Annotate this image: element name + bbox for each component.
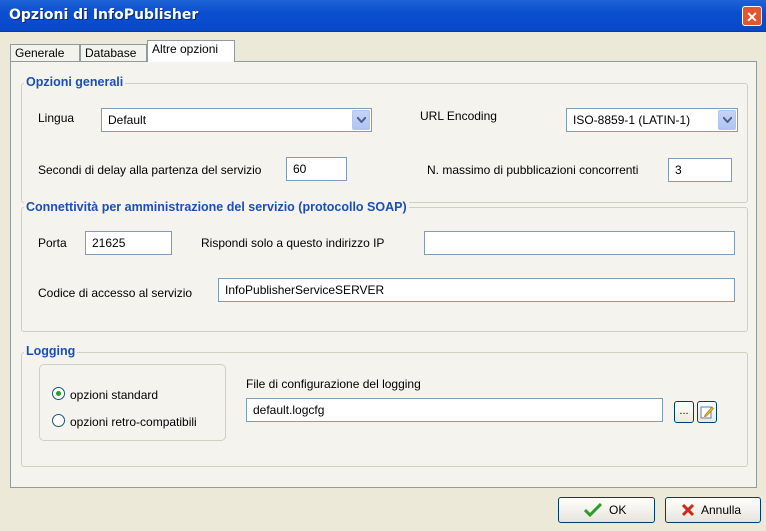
logging-options-box	[39, 364, 226, 441]
title-bar: Opzioni di InfoPublisher ✕	[0, 0, 766, 32]
window-title: Opzioni di InfoPublisher	[9, 7, 199, 23]
group-title-opzioni-generali: Opzioni generali	[24, 75, 126, 89]
checkmark-icon	[583, 502, 603, 520]
chevron-down-icon[interactable]	[718, 110, 736, 130]
ip-label: Rispondi solo a questo indirizzo IP	[201, 236, 385, 250]
cancel-button[interactable]: Annulla	[665, 497, 761, 523]
ok-label: OK	[609, 503, 627, 517]
group-soap	[21, 207, 748, 332]
tab-panel-altre-opzioni: Opzioni generali Lingua Default URL Enco…	[10, 61, 757, 488]
lingua-label: Lingua	[38, 111, 75, 125]
file-configurazione-input[interactable]: default.logcfg	[246, 398, 663, 422]
chevron-down-icon[interactable]	[352, 110, 370, 130]
tab-generale[interactable]: Generale	[10, 44, 80, 61]
url-encoding-select[interactable]: ISO-8859-1 (LATIN-1)	[566, 108, 738, 132]
cancel-label: Annulla	[701, 503, 742, 517]
tab-database[interactable]: Database	[80, 44, 147, 61]
opzioni-retro-compatibili-label[interactable]: opzioni retro-compatibili	[70, 415, 197, 429]
opzioni-standard-label[interactable]: opzioni standard	[70, 388, 158, 402]
porta-label: Porta	[38, 236, 67, 250]
radio-opzioni-standard[interactable]	[52, 387, 65, 400]
url-encoding-value: ISO-8859-1 (LATIN-1)	[573, 113, 691, 127]
group-opzioni-generali	[21, 83, 748, 203]
url-encoding-label: URL Encoding	[420, 109, 497, 123]
edit-file-button[interactable]	[697, 401, 717, 423]
lingua-select[interactable]: Default	[101, 108, 372, 132]
ok-button[interactable]: OK	[558, 497, 655, 523]
radio-selected-dot	[56, 391, 61, 396]
tab-altre-opzioni[interactable]: Altre opzioni	[147, 40, 235, 62]
group-title-soap: Connettività per amministrazione del ser…	[24, 200, 409, 214]
close-icon: ✕	[746, 9, 758, 25]
lingua-value: Default	[108, 113, 147, 127]
ip-input[interactable]	[424, 231, 735, 255]
radio-opzioni-retro-compatibili[interactable]	[52, 414, 65, 427]
close-button[interactable]: ✕	[742, 6, 762, 26]
x-icon	[681, 503, 695, 520]
edit-icon	[700, 406, 714, 422]
codice-accesso-label: Codice di accesso al servizio	[38, 286, 193, 300]
max-pubblicazioni-input[interactable]: 3	[668, 158, 732, 182]
group-title-logging: Logging	[24, 344, 78, 358]
delay-label: Secondi di delay alla partenza del servi…	[38, 163, 262, 177]
codice-accesso-input[interactable]: InfoPublisherServiceSERVER	[218, 278, 735, 302]
max-pubblicazioni-label: N. massimo di pubblicazioni concorrenti	[427, 163, 639, 177]
file-configurazione-label: File di configurazione del logging	[246, 377, 421, 391]
delay-input[interactable]: 60	[286, 157, 347, 181]
browse-button[interactable]: ...	[674, 401, 694, 423]
porta-input[interactable]: 21625	[85, 231, 172, 255]
